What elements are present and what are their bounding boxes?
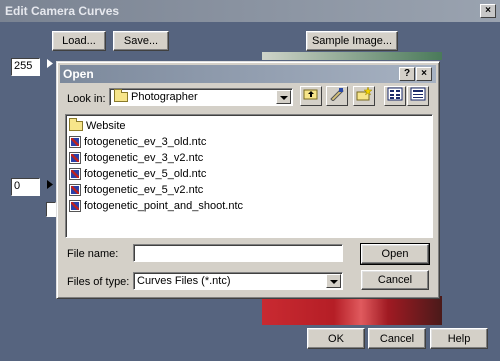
folder-icon xyxy=(114,89,128,103)
file-name: fotogenetic_ev_3_v2.ntc xyxy=(84,152,204,164)
file-name-label: File name: xyxy=(67,248,119,260)
open-button[interactable]: Open xyxy=(361,244,429,264)
max-value-field[interactable]: 255 xyxy=(11,58,40,76)
look-in-combo[interactable]: Photographer xyxy=(109,88,293,106)
file-name: fotogenetic_ev_5_v2.ntc xyxy=(84,184,204,196)
look-in-value: Photographer xyxy=(131,91,198,103)
min-value-field[interactable]: 0 xyxy=(11,178,40,196)
dialog-cancel-button[interactable]: Cancel xyxy=(361,270,429,290)
new-folder-icon xyxy=(356,86,373,101)
up-one-level-button[interactable] xyxy=(300,86,322,106)
file-name: fotogenetic_ev_5_old.ntc xyxy=(84,168,207,180)
folder-icon xyxy=(69,118,83,132)
details-view-button[interactable] xyxy=(407,86,429,106)
dialog-close-button[interactable]: × xyxy=(416,67,432,81)
list-item[interactable]: fotogenetic_ev_3_old.ntc xyxy=(69,134,429,150)
outer-cancel-button[interactable]: Cancel xyxy=(368,328,426,349)
desktop-icon xyxy=(330,88,344,102)
sample-image-preview xyxy=(262,296,442,325)
new-folder-button[interactable] xyxy=(353,86,375,106)
files-of-type-value: Curves Files (*.ntc) xyxy=(137,275,231,287)
look-in-current: Photographer xyxy=(114,89,198,103)
list-item[interactable]: fotogenetic_point_and_shoot.ntc xyxy=(69,198,429,214)
curve-file-icon xyxy=(69,136,81,149)
files-of-type-select[interactable]: Curves Files (*.ntc) xyxy=(133,272,343,290)
list-view-button[interactable] xyxy=(384,86,406,106)
details-view-icon xyxy=(410,87,426,101)
list-item[interactable]: fotogenetic_ev_5_v2.ntc xyxy=(69,182,429,198)
min-marker-icon[interactable] xyxy=(47,180,53,189)
open-dialog-title: Open xyxy=(63,67,94,81)
open-dialog-titlebar: Open ? × xyxy=(60,65,436,83)
files-of-type-dropdown-button[interactable] xyxy=(326,274,341,288)
files-of-type-label: Files of type: xyxy=(67,276,130,288)
load-button[interactable]: Load... xyxy=(52,31,106,51)
curve-file-icon xyxy=(69,152,81,165)
window-title: Edit Camera Curves xyxy=(0,0,500,22)
help-question-button[interactable]: ? xyxy=(399,67,415,81)
window-close-button[interactable]: × xyxy=(480,4,496,18)
look-in-label: Look in: xyxy=(67,93,106,105)
list-view-icon xyxy=(387,87,403,101)
min-value-small-field[interactable] xyxy=(46,202,56,217)
ok-button[interactable]: OK xyxy=(307,328,365,349)
curve-file-icon xyxy=(69,168,81,181)
save-button[interactable]: Save... xyxy=(113,31,169,51)
file-name: fotogenetic_ev_3_old.ntc xyxy=(84,136,207,148)
file-list[interactable]: Website fotogenetic_ev_3_old.ntc fotogenet… xyxy=(65,114,433,238)
up-folder-icon xyxy=(303,89,318,100)
list-item[interactable]: fotogenetic_ev_5_old.ntc xyxy=(69,166,429,182)
list-item[interactable]: Website xyxy=(69,118,429,134)
curve-file-icon xyxy=(69,200,81,213)
sample-image-button[interactable]: Sample Image... xyxy=(306,31,398,51)
file-name: fotogenetic_point_and_shoot.ntc xyxy=(84,200,244,212)
open-dialog: Open ? × Look in: Photographer Website f… xyxy=(56,61,440,299)
look-in-dropdown-button[interactable] xyxy=(276,90,291,104)
file-name: Website xyxy=(86,120,126,132)
file-name-input[interactable] xyxy=(133,244,343,262)
help-button[interactable]: Help xyxy=(430,328,488,349)
desktop-button[interactable] xyxy=(326,86,348,106)
sample-image-preview-top xyxy=(262,52,442,60)
max-marker-icon[interactable] xyxy=(47,59,53,68)
curve-file-icon xyxy=(69,184,81,197)
list-item[interactable]: fotogenetic_ev_3_v2.ntc xyxy=(69,150,429,166)
